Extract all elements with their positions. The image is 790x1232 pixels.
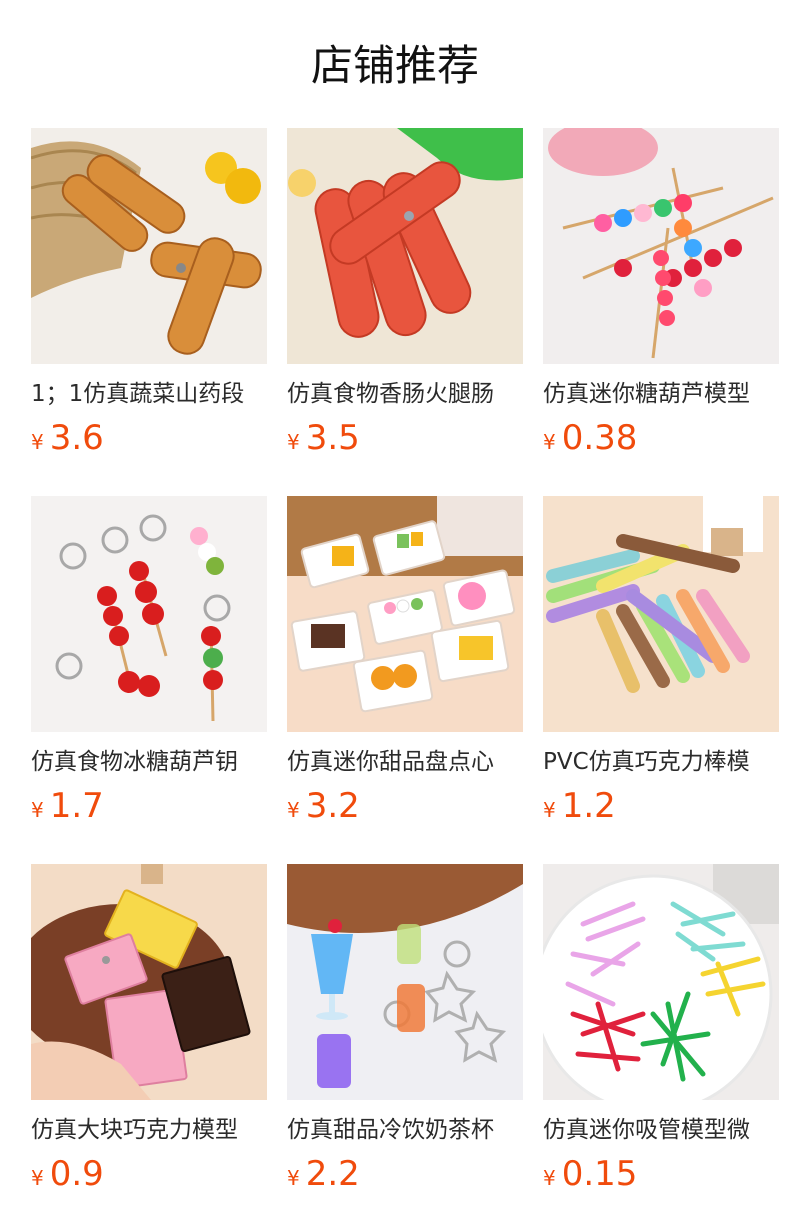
currency-symbol: ¥ (31, 1166, 44, 1190)
product-card[interactable]: PVC仿真巧克力棒模 ¥1.2 (543, 496, 779, 831)
price-amount: 3.5 (305, 418, 360, 458)
product-price: ¥0.38 (543, 418, 779, 458)
dessert-plates-photo (287, 496, 523, 732)
product-name[interactable]: 仿真甜品冷饮奶茶杯 (287, 1114, 523, 1146)
product-image[interactable] (543, 864, 779, 1100)
currency-symbol: ¥ (31, 798, 44, 822)
chocolate-sticks-photo (543, 496, 779, 732)
currency-symbol: ¥ (543, 1166, 556, 1190)
price-amount: 0.15 (561, 1154, 638, 1194)
product-image[interactable] (287, 496, 523, 732)
straws-plate-photo (543, 864, 779, 1100)
currency-symbol: ¥ (543, 430, 556, 454)
currency-symbol: ¥ (287, 430, 300, 454)
product-image[interactable] (31, 496, 267, 732)
product-card[interactable]: 仿真甜品冷饮奶茶杯 ¥2.2 (287, 864, 523, 1199)
product-grid: 1；1仿真蔬菜山药段 ¥3.6 仿真食物香肠火腿肠 ¥3.5 仿真迷你糖葫芦模型… (31, 128, 779, 1199)
currency-symbol: ¥ (287, 798, 300, 822)
product-price: ¥3.2 (287, 786, 523, 826)
sausages-photo (287, 128, 523, 364)
price-amount: 2.2 (305, 1154, 360, 1194)
product-image[interactable] (287, 128, 523, 364)
price-amount: 1.7 (49, 786, 104, 826)
yam-slices-photo (31, 128, 267, 364)
product-image[interactable] (31, 128, 267, 364)
haws-keychain-photo (31, 496, 267, 732)
product-card[interactable]: 仿真大块巧克力模型 ¥0.9 (31, 864, 267, 1199)
product-card[interactable]: 仿真迷你吸管模型微 ¥0.15 (543, 864, 779, 1199)
product-price: ¥0.9 (31, 1154, 267, 1194)
product-image[interactable] (31, 864, 267, 1100)
page-title: 店铺推荐 (310, 41, 479, 90)
currency-symbol: ¥ (543, 798, 556, 822)
product-name[interactable]: 1；1仿真蔬菜山药段 (31, 378, 267, 410)
product-name[interactable]: 仿真食物冰糖葫芦钥 (31, 746, 267, 778)
product-card[interactable]: 仿真迷你甜品盘点心 ¥3.2 (287, 496, 523, 831)
currency-symbol: ¥ (287, 1166, 300, 1190)
product-card[interactable]: 仿真食物冰糖葫芦钥 ¥1.7 (31, 496, 267, 831)
product-image[interactable] (287, 864, 523, 1100)
product-card[interactable]: 仿真食物香肠火腿肠 ¥3.5 (287, 128, 523, 463)
price-amount: 1.2 (561, 786, 616, 826)
product-name[interactable]: PVC仿真巧克力棒模 (543, 746, 779, 778)
currency-symbol: ¥ (31, 430, 44, 454)
product-price: ¥0.15 (543, 1154, 779, 1194)
product-price: ¥3.6 (31, 418, 267, 458)
product-image[interactable] (543, 128, 779, 364)
product-name[interactable]: 仿真食物香肠火腿肠 (287, 378, 523, 410)
product-price: ¥1.2 (543, 786, 779, 826)
product-name[interactable]: 仿真迷你吸管模型微 (543, 1114, 779, 1146)
drink-keychain-photo (287, 864, 523, 1100)
price-amount: 3.2 (305, 786, 360, 826)
product-price: ¥1.7 (31, 786, 267, 826)
chocolate-bars-photo (31, 864, 267, 1100)
product-card[interactable]: 仿真迷你糖葫芦模型 ¥0.38 (543, 128, 779, 463)
price-amount: 0.9 (49, 1154, 104, 1194)
product-name[interactable]: 仿真迷你糖葫芦模型 (543, 378, 779, 410)
product-card[interactable]: 1；1仿真蔬菜山药段 ¥3.6 (31, 128, 267, 463)
product-price: ¥2.2 (287, 1154, 523, 1194)
price-amount: 0.38 (561, 418, 638, 458)
price-amount: 3.6 (49, 418, 104, 458)
product-name[interactable]: 仿真大块巧克力模型 (31, 1114, 267, 1146)
product-name[interactable]: 仿真迷你甜品盘点心 (287, 746, 523, 778)
candied-haws-photo (543, 128, 779, 364)
product-image[interactable] (543, 496, 779, 732)
product-price: ¥3.5 (287, 418, 523, 458)
